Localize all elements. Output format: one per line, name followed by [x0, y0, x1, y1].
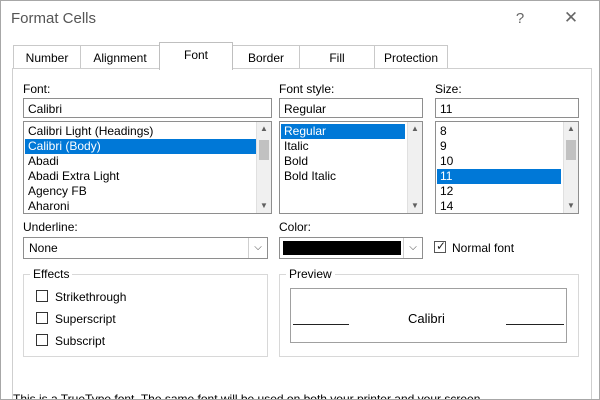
list-item[interactable]: 14 [437, 199, 561, 213]
chevron-down-icon[interactable]: ⌵ [248, 238, 267, 258]
scroll-thumb[interactable] [566, 140, 576, 160]
list-item[interactable]: 8 [437, 124, 561, 139]
list-item-selected[interactable]: 11 [437, 169, 561, 184]
tab-number[interactable]: Number [13, 45, 81, 69]
scroll-up-arrow-icon[interactable]: ▲ [566, 123, 576, 135]
scroll-up-arrow-icon[interactable]: ▲ [259, 123, 269, 135]
font-name-list[interactable]: Calibri Light (Headings) Calibri (Body) … [23, 121, 272, 214]
underline-dropdown[interactable]: None ⌵ [23, 237, 268, 259]
preview-title: Preview [286, 267, 335, 281]
font-name-input[interactable]: Calibri [23, 98, 272, 118]
font-style-label: Font style: [279, 82, 335, 96]
font-info-text: This is a TrueType font. The same font w… [13, 392, 484, 400]
underline-label: Underline: [23, 220, 78, 234]
help-button[interactable]: ? [509, 8, 531, 30]
scroll-down-arrow-icon[interactable]: ▼ [566, 200, 576, 212]
size-list[interactable]: 8 9 10 11 12 14 ▲ ▼ [435, 121, 579, 214]
normal-font-checkbox[interactable]: ✓ [434, 239, 447, 253]
size-list-scrollbar[interactable]: ▲ ▼ [563, 122, 578, 213]
chevron-down-icon[interactable]: ⌵ [403, 238, 422, 258]
strikethrough-label[interactable]: Strikethrough [55, 290, 126, 304]
scroll-thumb[interactable] [259, 140, 269, 160]
list-item[interactable]: Abadi Extra Light [25, 169, 256, 184]
checkmark-icon: ✓ [436, 239, 447, 253]
list-item-selected[interactable]: Calibri (Body) [25, 139, 256, 154]
superscript-checkbox[interactable] [36, 312, 48, 324]
preview-baseline-right [506, 324, 564, 325]
list-item[interactable]: 9 [437, 139, 561, 154]
effects-title: Effects [30, 267, 73, 281]
close-button[interactable]: ✕ [560, 7, 582, 29]
list-item[interactable]: Aharoni [25, 199, 256, 213]
normal-font-label[interactable]: Normal font [452, 241, 514, 255]
list-item[interactable]: 12 [437, 184, 561, 199]
font-style-input[interactable]: Regular [279, 98, 423, 118]
preview-box: Calibri [290, 288, 567, 343]
size-label: Size: [435, 82, 462, 96]
font-label: Font: [23, 82, 51, 96]
list-item[interactable]: Bold [281, 154, 405, 169]
font-list-scrollbar[interactable]: ▲ ▼ [256, 122, 271, 213]
list-item[interactable]: Calibri Light (Headings) [25, 124, 256, 139]
color-label: Color: [279, 220, 312, 234]
tab-alignment[interactable]: Alignment [80, 45, 160, 69]
strikethrough-checkbox[interactable] [36, 290, 48, 302]
scroll-down-arrow-icon[interactable]: ▼ [410, 200, 420, 212]
font-tab-panel: Font: Calibri Calibri Light (Headings) C… [12, 68, 592, 399]
title-bar: Format Cells ? ✕ [1, 1, 599, 37]
tab-protection[interactable]: Protection [374, 45, 448, 69]
superscript-label[interactable]: Superscript [55, 312, 116, 326]
list-item[interactable]: Bold Italic [281, 169, 405, 184]
dialog-title: Format Cells [11, 10, 97, 27]
subscript-checkbox[interactable] [36, 334, 48, 346]
tab-border[interactable]: Border [232, 45, 300, 69]
tab-font[interactable]: Font [159, 42, 233, 70]
subscript-label[interactable]: Subscript [55, 334, 105, 348]
font-style-scrollbar[interactable]: ▲ ▼ [407, 122, 422, 213]
underline-value: None [29, 241, 58, 255]
preview-sample-text: Calibri [408, 311, 445, 326]
list-item-selected[interactable]: Regular [281, 124, 405, 139]
scroll-up-arrow-icon[interactable]: ▲ [410, 123, 420, 135]
font-style-list[interactable]: Regular Italic Bold Bold Italic ▲ ▼ [279, 121, 423, 214]
preview-baseline-left [293, 324, 349, 325]
list-item[interactable]: 10 [437, 154, 561, 169]
tab-fill[interactable]: Fill [299, 45, 375, 69]
color-swatch [283, 241, 401, 255]
size-input[interactable]: 11 [435, 98, 579, 118]
list-item[interactable]: Italic [281, 139, 405, 154]
list-item[interactable]: Agency FB [25, 184, 256, 199]
format-cells-dialog: Format Cells ? ✕ Number Alignment Font B… [0, 0, 600, 400]
list-item[interactable]: Abadi [25, 154, 256, 169]
color-dropdown[interactable]: ⌵ [279, 237, 423, 259]
scroll-down-arrow-icon[interactable]: ▼ [259, 200, 269, 212]
